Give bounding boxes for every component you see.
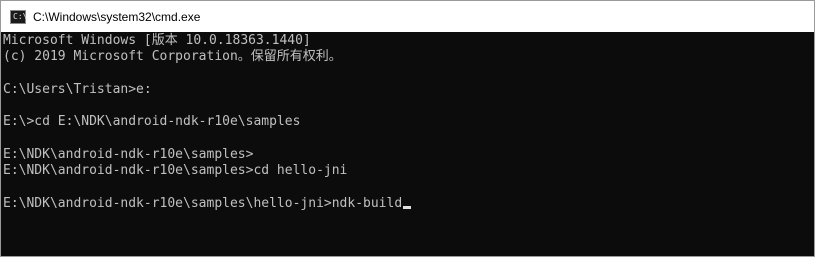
cmd-window: C:\ C:\Windows\system32\cmd.exe Microsof… (0, 0, 815, 257)
console-input-line[interactable]: E:\NDK\android-ndk-r10e\samples\hello-jn… (3, 196, 402, 211)
vertical-scrollbar[interactable] (797, 32, 814, 256)
cmd-icon-glyph: C:\ (13, 11, 28, 21)
console-line: E:\NDK\android-ndk-r10e\samples> (3, 147, 254, 163)
console-line: (c) 2019 Microsoft Corporation。保留所有权利。 (3, 49, 342, 65)
console-line: E:\NDK\android-ndk-r10e\samples>cd hello… (3, 163, 348, 179)
window-title: C:\Windows\system32\cmd.exe (33, 9, 201, 24)
console-line: E:\>cd E:\NDK\android-ndk-r10e\samples (3, 114, 301, 130)
title-bar[interactable]: C:\ C:\Windows\system32\cmd.exe (1, 1, 814, 32)
console-line: Microsoft Windows [版本 10.0.18363.1440] (3, 33, 311, 48)
console-output[interactable]: Microsoft Windows [版本 10.0.18363.1440] (… (1, 32, 798, 256)
console-line: C:\Users\Tristan>e: (3, 81, 152, 97)
text-cursor (403, 205, 412, 209)
cmd-icon[interactable]: C:\ (10, 9, 28, 24)
